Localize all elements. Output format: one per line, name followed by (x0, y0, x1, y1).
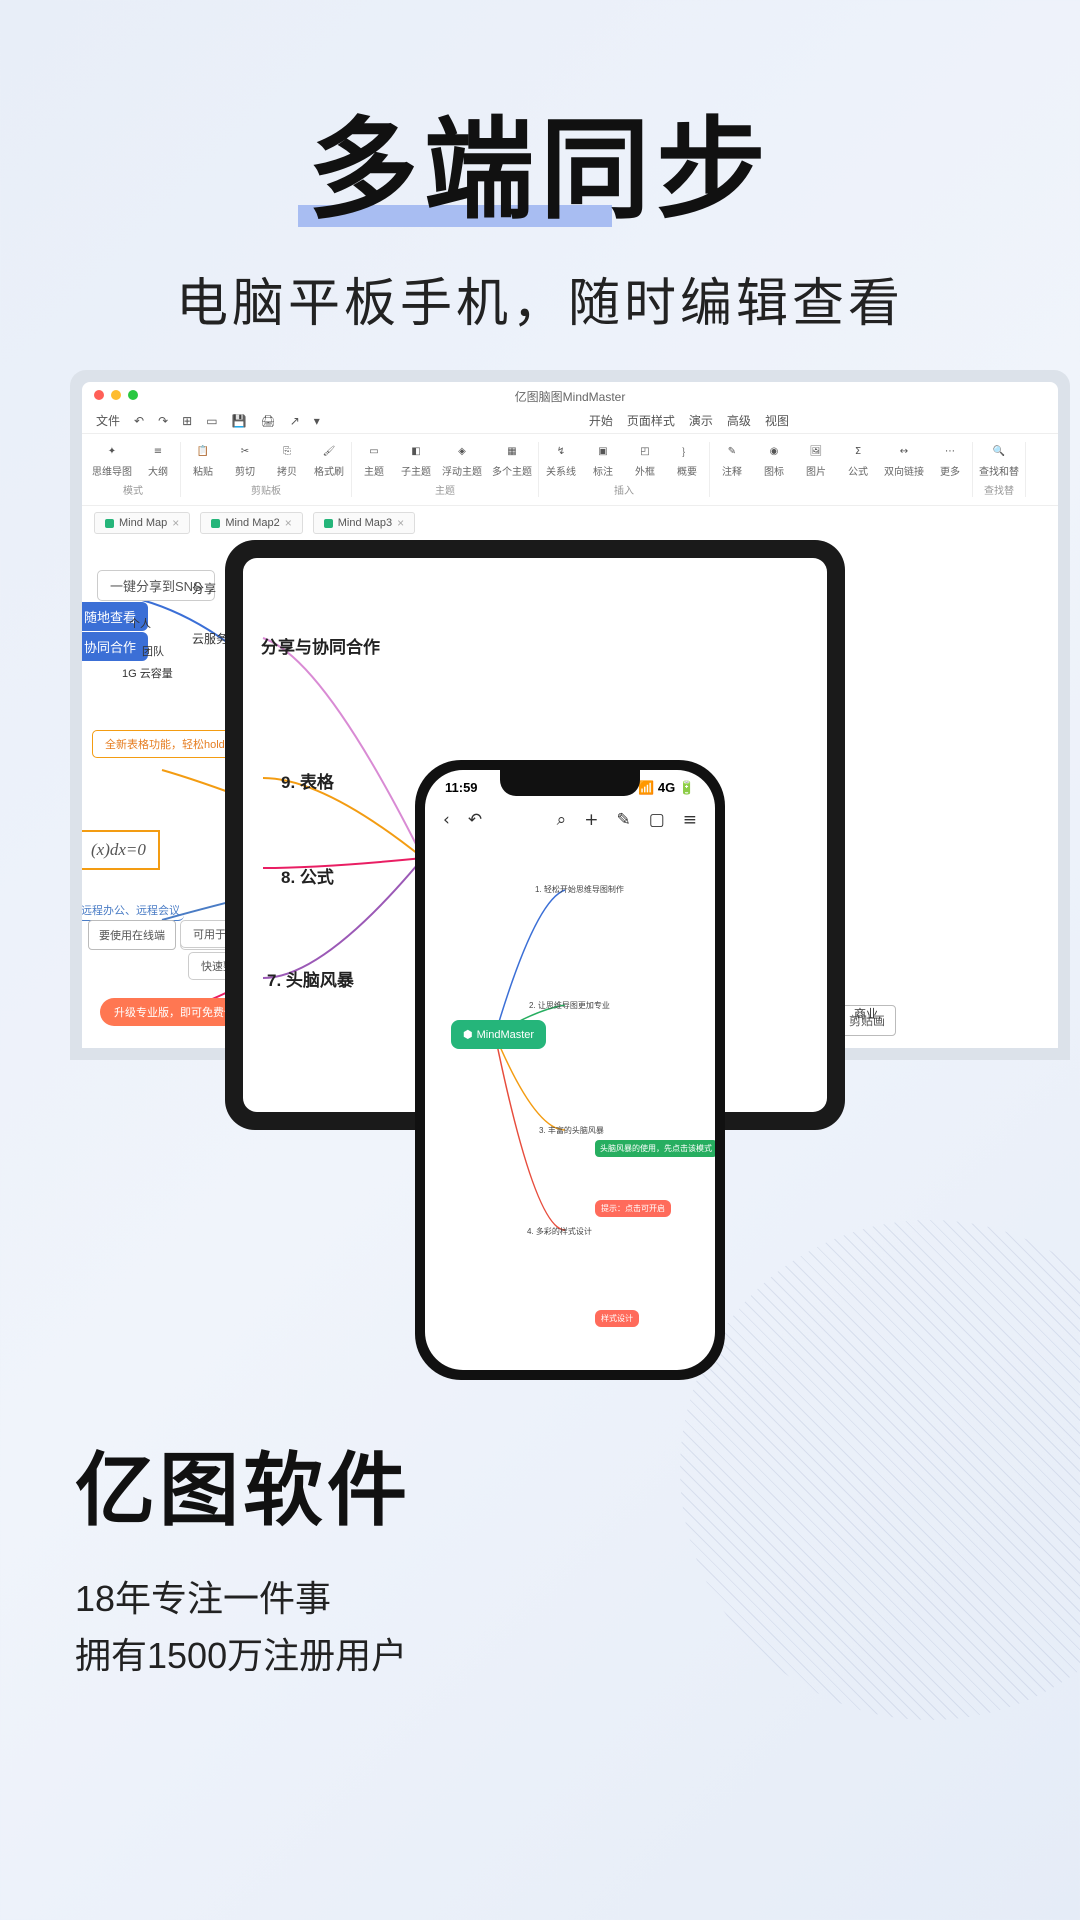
btn-relation[interactable]: ↯关系线 (545, 442, 577, 478)
ribbon-toolbar: ✦思维导图 ≡大纲 模式 📋粘贴 ✂剪切 ⎘拷贝 🖌格式刷 剪贴板 ▭主题 ◧子… (82, 433, 1058, 506)
node[interactable]: 1G 云容量 (110, 660, 185, 686)
mobile-canvas[interactable]: ⬢MindMaster 1. 轻松开始思维导图制作 2. 让思维导图更加专业 3… (425, 840, 715, 1350)
footer-section: 亿图软件 18年专注一件事 拥有1500万注册用户 (75, 1426, 411, 1685)
btn-copy[interactable]: ⎘拷贝 (271, 442, 303, 478)
btn-paste[interactable]: 📋粘贴 (187, 442, 219, 478)
btn-mindmap[interactable]: ✦思维导图 (92, 442, 132, 478)
status-time: 11:59 (445, 780, 478, 796)
mobile-toolbar: ‹ ↶ ⌕ + ✎ ▢ ≡ (425, 796, 715, 840)
menu-present[interactable]: 演示 (689, 412, 713, 429)
node[interactable]: 分享 (180, 575, 228, 602)
subheadline: 电脑平板手机，随时编辑查看 (0, 261, 1080, 336)
save-icon[interactable]: 💾 (232, 414, 247, 428)
tab-doc1[interactable]: Mind Map× (94, 512, 190, 534)
phone-notch (500, 770, 640, 796)
mobile-node[interactable]: 3. 丰富的头脑风暴 (539, 1125, 604, 1136)
menubar: 文件 ↶ ↷ ⊞ ▭ 💾 🖨 ↗ ▾ 开始 页面样式 演示 高级 视图 (82, 408, 1058, 433)
formula-node[interactable]: (x)dx=0 (82, 830, 160, 870)
menu-start[interactable]: 开始 (589, 412, 613, 429)
window-title: 亿图脑图MindMaster (515, 388, 626, 405)
undo-icon[interactable]: ↶ (134, 414, 144, 428)
btn-link[interactable]: ↔双向链接 (884, 442, 924, 478)
btn-find[interactable]: 🔍查找和替 (979, 442, 1019, 478)
mobile-app: 11:59 📶 4G 🔋 ‹ ↶ ⌕ + ✎ ▢ ≡ ⬢Mind (425, 770, 715, 1370)
menu-advanced[interactable]: 高级 (727, 412, 751, 429)
btn-image[interactable]: 🖼图片 (800, 442, 832, 478)
slogan: 18年专注一件事 拥有1500万注册用户 (75, 1570, 411, 1685)
btn-formula[interactable]: Σ公式 (842, 442, 874, 478)
export-icon[interactable]: ↗ (290, 414, 300, 428)
btn-callout[interactable]: ▣标注 (587, 442, 619, 478)
btn-float[interactable]: ◈浮动主题 (442, 442, 482, 478)
back-icon[interactable]: ‹ (443, 810, 450, 830)
close-icon[interactable]: × (397, 516, 404, 530)
menu-pagestyle[interactable]: 页面样式 (627, 412, 675, 429)
mobile-node[interactable]: 1. 轻松开始思维导图制作 (535, 884, 624, 895)
btn-format[interactable]: 🖌格式刷 (313, 442, 345, 478)
headline: 多端同步 (308, 110, 772, 231)
btn-cut[interactable]: ✂剪切 (229, 442, 261, 478)
open-icon[interactable]: ▭ (206, 414, 217, 428)
phone-frame: 11:59 📶 4G 🔋 ‹ ↶ ⌕ + ✎ ▢ ≡ ⬢Mind (415, 760, 725, 1380)
menu-file[interactable]: 文件 (96, 412, 120, 429)
btn-more[interactable]: ⋯更多 (934, 442, 966, 478)
status-network: 📶 4G 🔋 (638, 780, 695, 796)
brand-name: 亿图软件 (75, 1426, 411, 1542)
search-icon[interactable]: ⌕ (557, 810, 567, 830)
branch-label[interactable]: 8. 公式 (281, 863, 334, 888)
save-icon[interactable]: ▢ (649, 810, 665, 830)
hero-section: 多端同步 电脑平板手机，随时编辑查看 (0, 0, 1080, 336)
mobile-bubble[interactable]: 样式设计 (595, 1310, 639, 1327)
btn-boundary[interactable]: ◰外框 (629, 442, 661, 478)
close-icon[interactable] (94, 390, 104, 400)
tab-doc2[interactable]: Mind Map2× (200, 512, 302, 534)
btn-summary[interactable]: ｝概要 (671, 442, 703, 478)
logo-icon: ⬢ (463, 1028, 473, 1041)
node[interactable]: 要使用在线端 (88, 920, 176, 950)
tab-doc3[interactable]: Mind Map3× (313, 512, 415, 534)
btn-multi[interactable]: ▦多个主题 (492, 442, 532, 478)
btn-outline[interactable]: ≡大纲 (142, 442, 174, 478)
menu-view[interactable]: 视图 (765, 412, 789, 429)
close-icon[interactable]: × (285, 516, 292, 530)
btn-note[interactable]: ✎注释 (716, 442, 748, 478)
node[interactable]: 商业, (842, 1000, 893, 1027)
minimize-icon[interactable] (111, 390, 121, 400)
add-icon[interactable]: + (584, 810, 598, 830)
undo-icon[interactable]: ↶ (468, 810, 482, 830)
branch-label[interactable]: 7. 头脑风暴 (267, 966, 354, 991)
node[interactable]: 远程办公、远程会议 (82, 900, 184, 921)
mobile-node[interactable]: 2. 让思维导图更加专业 (529, 1000, 610, 1011)
btn-subtopic[interactable]: ◧子主题 (400, 442, 432, 478)
btn-topic[interactable]: ▭主题 (358, 442, 390, 478)
mobile-node[interactable]: 4. 多彩的样式设计 (527, 1226, 592, 1237)
branch-label[interactable]: 分享与协同合作 (261, 633, 380, 658)
document-tabs: Mind Map× Mind Map2× Mind Map3× (82, 506, 1058, 540)
maximize-icon[interactable] (128, 390, 138, 400)
brush-icon[interactable]: ✎ (616, 810, 630, 830)
menu-icon[interactable]: ≡ (683, 810, 697, 830)
btn-icon[interactable]: ◉图标 (758, 442, 790, 478)
print-icon[interactable]: 🖨 (261, 414, 276, 428)
close-icon[interactable]: × (172, 516, 179, 530)
redo-icon[interactable]: ↷ (158, 414, 168, 428)
mobile-sub[interactable]: 头脑风暴的使用，先点击该模式 (595, 1140, 715, 1157)
branch-label[interactable]: 9. 表格 (281, 768, 334, 793)
new-icon[interactable]: ⊞ (182, 414, 192, 428)
mobile-center-node[interactable]: ⬢MindMaster (451, 1020, 546, 1049)
mobile-bubble[interactable]: 提示：点击可开启 (595, 1200, 671, 1217)
chevron-down-icon[interactable]: ▾ (314, 414, 320, 428)
